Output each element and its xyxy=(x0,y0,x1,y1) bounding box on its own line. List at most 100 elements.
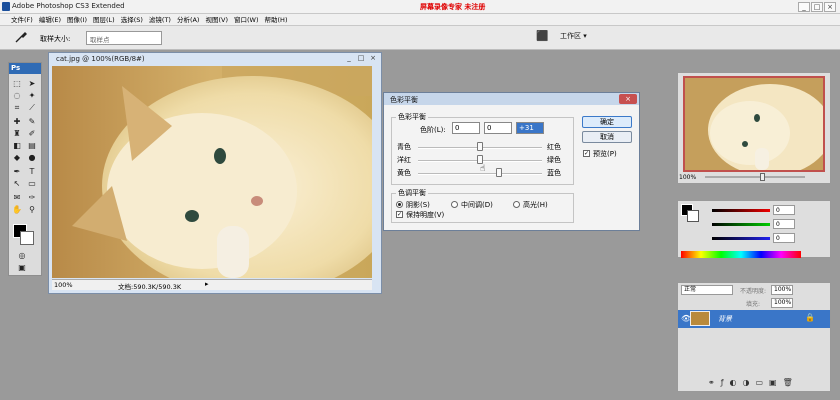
slider-cyan-red-thumb[interactable] xyxy=(477,142,483,151)
tone-midtones-radio[interactable] xyxy=(451,201,458,208)
healing-brush-icon[interactable]: ✚ xyxy=(11,116,23,127)
blur-tool-icon[interactable]: ◆ xyxy=(11,152,23,163)
tone-shadows-radio[interactable] xyxy=(396,201,403,208)
preserve-luminosity-checkbox[interactable]: ✓ xyxy=(396,211,403,218)
dialog-title: 色彩平衡 xyxy=(390,96,418,104)
preview-checkbox[interactable]: ✓ xyxy=(583,150,590,157)
navigator-thumbnail[interactable] xyxy=(683,76,825,172)
green-channel-bar[interactable] xyxy=(712,223,770,226)
tone-highlights-label: 高光(H) xyxy=(523,201,548,209)
clone-stamp-icon[interactable]: ♜ xyxy=(11,128,23,139)
navigator-zoom-slider[interactable] xyxy=(705,176,805,178)
levels-label: 色阶(L): xyxy=(420,126,446,134)
crop-tool-icon[interactable]: ⌗ xyxy=(11,102,23,113)
shape-tool-icon[interactable]: ▭ xyxy=(26,178,38,189)
opacity-label: 不透明度: xyxy=(740,288,767,295)
ok-button[interactable]: 确定 xyxy=(582,116,632,128)
layer-name[interactable]: 背景 xyxy=(718,314,732,324)
menu-file[interactable]: 文件(F) xyxy=(8,14,36,25)
tone-midtones-label: 中间调(D) xyxy=(461,201,493,209)
menu-view[interactable]: 视图(V) xyxy=(202,14,231,25)
notes-tool-icon[interactable]: ✉ xyxy=(11,192,23,203)
workspace-button[interactable]: 工作区 ▾ xyxy=(560,31,587,41)
red-channel-bar[interactable] xyxy=(712,209,770,212)
marquee-tool-icon[interactable]: ⬚ xyxy=(11,78,23,89)
preview-label: 预览(P) xyxy=(593,150,617,158)
camera-icon[interactable]: ⬛ xyxy=(536,31,548,42)
dodge-tool-icon[interactable]: ● xyxy=(26,152,38,163)
level-cyan-red-input[interactable]: 0 xyxy=(452,122,480,134)
dialog-close-icon[interactable]: × xyxy=(619,94,637,104)
cat-image-canvas[interactable] xyxy=(52,66,372,278)
type-tool-icon[interactable]: T xyxy=(26,166,38,177)
menu-image[interactable]: 图像(I) xyxy=(64,14,90,25)
tone-highlights-radio[interactable] xyxy=(513,201,520,208)
slider-red-label: 红色 xyxy=(547,143,561,151)
close-button[interactable]: × xyxy=(824,2,836,12)
lock-icon: 🔒 xyxy=(805,313,815,322)
slider-magenta-label: 洋红 xyxy=(397,156,411,164)
doc-close-button[interactable]: × xyxy=(368,54,378,63)
level-magenta-green-input[interactable]: 0 xyxy=(484,122,512,134)
status-menu-arrow-icon[interactable]: ▸ xyxy=(205,280,209,288)
eyedropper-tool-icon[interactable]: ✑ xyxy=(26,192,38,203)
menu-bar: 文件(F) 编辑(E) 图像(I) 图层(L) 选择(S) 滤镜(T) 分析(A… xyxy=(0,14,840,26)
opacity-input[interactable]: 100% xyxy=(771,285,793,295)
menu-window[interactable]: 窗口(W) xyxy=(231,14,262,25)
navigator-slider-thumb[interactable] xyxy=(760,173,765,181)
lasso-tool-icon[interactable]: ◌ xyxy=(11,90,23,101)
color-balance-group-label: 色彩平衡 xyxy=(396,112,428,122)
minimize-button[interactable]: _ xyxy=(798,2,810,12)
document-status-bar xyxy=(52,279,372,290)
slice-tool-icon[interactable]: ⟋ xyxy=(26,102,38,113)
fill-label: 填充: xyxy=(746,301,761,308)
slider-magenta-green-thumb[interactable] xyxy=(477,155,483,164)
history-brush-icon[interactable]: ✐ xyxy=(26,128,38,139)
doc-minimize-button[interactable]: _ xyxy=(344,54,354,63)
eraser-tool-icon[interactable]: ◧ xyxy=(11,140,23,151)
navigator-zoom[interactable]: 100% xyxy=(679,174,696,181)
level-yellow-blue-input[interactable]: +31 xyxy=(516,122,544,134)
layer-thumbnail xyxy=(690,311,710,326)
zoom-tool-icon[interactable]: ⚲ xyxy=(26,204,38,215)
sample-size-select[interactable]: 取样点 xyxy=(86,31,162,45)
zoom-level[interactable]: 100% xyxy=(54,281,73,289)
blue-channel-bar[interactable] xyxy=(712,237,770,240)
color-spectrum[interactable] xyxy=(681,251,801,258)
maximize-button[interactable]: □ xyxy=(811,2,823,12)
pen-tool-icon[interactable]: ✒ xyxy=(11,166,23,177)
menu-layer[interactable]: 图层(L) xyxy=(90,14,118,25)
hand-tool-icon[interactable]: ✋ xyxy=(11,204,23,215)
slider-cyan-label: 青色 xyxy=(397,143,411,151)
tone-balance-group-label: 色调平衡 xyxy=(396,188,428,198)
green-channel-value[interactable]: 0 xyxy=(773,219,795,229)
panel-bg-swatch[interactable] xyxy=(687,210,699,222)
blend-mode-select[interactable]: 正常 xyxy=(681,285,733,295)
quick-mask-icon[interactable]: ◎ xyxy=(16,250,28,261)
layer-actions-icons[interactable]: ⚭ƒ◐◑▭▣🗑 xyxy=(708,378,799,387)
menu-filter[interactable]: 滤镜(T) xyxy=(146,14,174,25)
eyedropper-icon[interactable] xyxy=(14,30,30,46)
slider-yellow-blue-thumb[interactable] xyxy=(496,168,503,177)
blue-channel-value[interactable]: 0 xyxy=(773,233,795,243)
gradient-tool-icon[interactable]: ▤ xyxy=(26,140,38,151)
brush-tool-icon[interactable]: ✎ xyxy=(26,116,38,127)
doc-maximize-button[interactable]: □ xyxy=(356,54,366,63)
red-channel-value[interactable]: 0 xyxy=(773,205,795,215)
move-tool-icon[interactable]: ➤ xyxy=(26,78,38,89)
screen-mode-icon[interactable]: ▣ xyxy=(16,262,28,273)
background-color-swatch[interactable] xyxy=(20,231,34,245)
slider-green-label: 绿色 xyxy=(547,156,561,164)
fill-input[interactable]: 100% xyxy=(771,298,793,308)
app-icon xyxy=(2,2,10,11)
app-title: Adobe Photoshop CS3 Extended xyxy=(12,2,125,10)
cancel-button[interactable]: 取消 xyxy=(582,131,632,143)
slider-blue-label: 蓝色 xyxy=(547,169,561,177)
path-select-icon[interactable]: ↖ xyxy=(11,178,23,189)
menu-analysis[interactable]: 分析(A) xyxy=(174,14,203,25)
menu-select[interactable]: 选择(S) xyxy=(118,14,146,25)
magic-wand-icon[interactable]: ✦ xyxy=(26,90,38,101)
ps-logo: Ps xyxy=(9,63,41,74)
menu-edit[interactable]: 编辑(E) xyxy=(36,14,64,25)
menu-help[interactable]: 帮助(H) xyxy=(262,14,291,25)
